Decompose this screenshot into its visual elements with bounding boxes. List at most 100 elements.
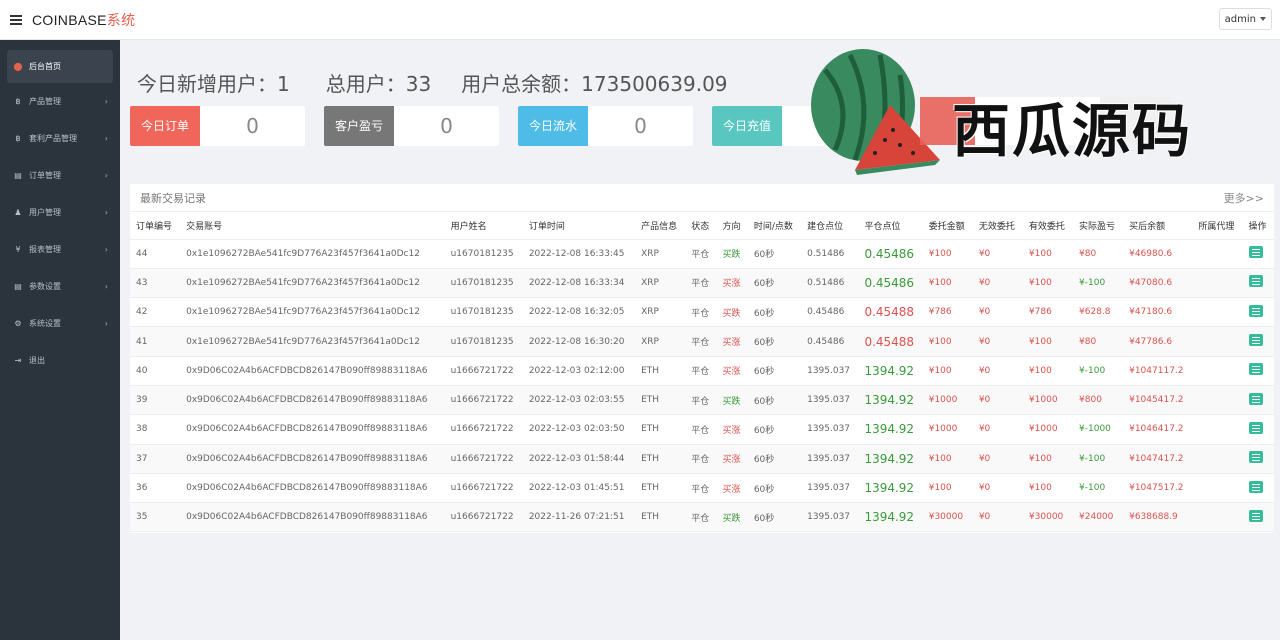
- cell-period: 60秒: [747, 385, 802, 416]
- table-row: 42 0x1e1096272BAe541fc9D776A23f457f3641a0…: [130, 297, 1274, 328]
- view-detail-icon[interactable]: [1248, 421, 1263, 434]
- view-detail-icon[interactable]: [1248, 246, 1263, 259]
- cell-amount: ¥786: [922, 297, 973, 328]
- cell-time: 2022-11-26 07:21:51: [522, 502, 636, 533]
- cell-agent: [1192, 502, 1243, 533]
- sidebar-item-label: 参数设置: [29, 282, 61, 291]
- cell-agent: [1192, 356, 1243, 386]
- cell-close: 1394.92: [858, 356, 923, 386]
- stat-card-label-line: 今日: [528, 119, 553, 133]
- panel-title: 最新交易记录: [140, 191, 206, 205]
- column-header: 产品信息: [635, 212, 686, 240]
- cell-invalid: ¥0: [972, 326, 1023, 357]
- view-detail-icon[interactable]: [1248, 509, 1263, 522]
- cell-account: 0x9D06C02A4b6ACFDBCD826147B090ff89883118…: [180, 444, 445, 474]
- view-detail-icon[interactable]: [1248, 363, 1263, 376]
- cell-pnl: ¥80: [1073, 326, 1124, 357]
- stat-card-label: 客户 盈亏: [324, 106, 394, 146]
- more-link[interactable]: 更多>>: [1224, 190, 1264, 206]
- sidebar-item-label: 后台首页: [29, 62, 61, 71]
- sidebar-item-6[interactable]: ▤ 参数设置 ›: [0, 268, 120, 305]
- cell-id: 37: [130, 444, 181, 474]
- cell-id: 42: [130, 297, 181, 328]
- column-header: 委托金额: [922, 212, 973, 240]
- stat-card-label-line: 今日: [140, 119, 165, 133]
- sidebar-item-0[interactable]: ⬤ 后台首页: [7, 50, 113, 83]
- stat-card-label: 今日 充值: [712, 106, 782, 146]
- view-detail-icon[interactable]: [1248, 304, 1263, 317]
- sidebar-item-2[interactable]: ฿ 套利产品管理 ›: [0, 120, 120, 157]
- sidebar-item-5[interactable]: ¥ 报表管理 ›: [0, 231, 120, 268]
- table-row: 40 0x9D06C02A4b6ACFDBCD826147B090ff898831…: [130, 356, 1274, 386]
- cell-status: 平仓: [685, 268, 717, 299]
- cell-id: 40: [130, 356, 181, 386]
- stat-card-2: 今日 流水 0: [518, 106, 693, 146]
- cell-actions: [1242, 502, 1274, 533]
- cell-dir: 买跌: [716, 239, 748, 269]
- column-header: 所属代理: [1192, 212, 1243, 240]
- cell-invalid: ¥0: [972, 473, 1023, 504]
- cell-time: 2022-12-08 16:33:34: [522, 268, 636, 299]
- cell-valid: ¥100: [1022, 473, 1074, 504]
- sidebar-item-label: 订单管理: [29, 171, 61, 180]
- table-header-row: 订单编号 交易账号 用户姓名 订单时间 产品信息 状态 方向 时间/点数 建仓点位 平仓点位 委托金…: [130, 212, 1274, 240]
- view-detail-icon[interactable]: [1248, 451, 1263, 464]
- cell-period: 60秒: [747, 356, 802, 386]
- sidebar-item-1[interactable]: ฿ 产品管理 ›: [0, 83, 120, 120]
- stat-card-label-line: 订单: [165, 119, 190, 133]
- cell-status: 平仓: [685, 473, 717, 504]
- cell-time: 2022-12-08 16:32:05: [522, 297, 636, 328]
- table-row: 43 0x1e1096272BAe541fc9D776A23f457f3641a0…: [130, 268, 1274, 299]
- sidebar-item-label: 系统设置: [29, 319, 61, 328]
- sidebar-item-4[interactable]: ♟ 用户管理 ›: [0, 194, 120, 231]
- cell-close: 0.45486: [858, 239, 923, 269]
- cell-dir: 买跌: [716, 385, 748, 416]
- table-row: 44 0x1e1096272BAe541fc9D776A23f457f3641a0…: [130, 239, 1274, 269]
- brand-suffix: 系统: [106, 11, 136, 28]
- cell-amount: ¥1000: [922, 414, 973, 445]
- cell-status: 平仓: [685, 502, 717, 533]
- view-detail-icon[interactable]: [1248, 480, 1263, 493]
- menu-toggle-icon[interactable]: [10, 14, 22, 25]
- cell-close: 1394.92: [858, 414, 923, 445]
- cell-invalid: ¥0: [972, 297, 1023, 328]
- copy-icon: ▤: [14, 171, 22, 180]
- cell-agent: [1192, 326, 1243, 357]
- cell-balance: ¥47180.6: [1123, 297, 1193, 328]
- sidebar-item-3[interactable]: ▤ 订单管理 ›: [0, 157, 120, 194]
- column-header: 平仓点位: [858, 212, 923, 240]
- cell-open: 0.51486: [801, 268, 859, 299]
- cell-product: XRP: [635, 326, 686, 357]
- cell-balance: ¥47080.6: [1123, 268, 1193, 299]
- sidebar-item-7[interactable]: ⚙ 系统设置 ›: [0, 305, 120, 342]
- cell-agent: [1192, 444, 1243, 474]
- stat-card-value: 0: [246, 114, 259, 138]
- brand-logo: COINBASE系统: [32, 10, 135, 30]
- stats-summary: 今日新增用户：1 总用户：33 用户总余额：173500639.09: [137, 68, 728, 97]
- user-menu-button[interactable]: admin: [1218, 8, 1272, 30]
- cell-valid: ¥100: [1022, 326, 1074, 357]
- cell-actions: [1242, 356, 1274, 386]
- cell-invalid: ¥0: [972, 414, 1023, 445]
- cell-open: 1395.037: [801, 502, 859, 533]
- cell-pnl: ¥-1000: [1073, 414, 1124, 445]
- view-detail-icon[interactable]: [1248, 392, 1263, 405]
- view-detail-icon[interactable]: [1248, 275, 1263, 288]
- view-detail-icon[interactable]: [1248, 334, 1263, 347]
- cell-product: XRP: [635, 239, 686, 269]
- cell-account: 0x9D06C02A4b6ACFDBCD826147B090ff89883118…: [180, 385, 445, 416]
- sidebar-item-8[interactable]: ⇥ 退出: [0, 342, 120, 379]
- bitcoin-icon: ฿: [15, 97, 21, 106]
- cell-invalid: ¥0: [972, 502, 1023, 533]
- cell-balance: ¥47786.6: [1123, 326, 1193, 357]
- caret-down-icon: [1260, 17, 1266, 21]
- cell-agent: [1192, 385, 1243, 416]
- cell-valid: ¥30000: [1022, 502, 1074, 533]
- cell-status: 平仓: [685, 239, 717, 269]
- column-header: 实际盈亏: [1073, 212, 1124, 240]
- dashboard-icon: ⬤: [13, 62, 23, 71]
- sidebar-item-label: 产品管理: [29, 97, 61, 106]
- column-header: 状态: [685, 212, 717, 240]
- cell-period: 60秒: [747, 414, 802, 445]
- cell-actions: [1242, 326, 1274, 357]
